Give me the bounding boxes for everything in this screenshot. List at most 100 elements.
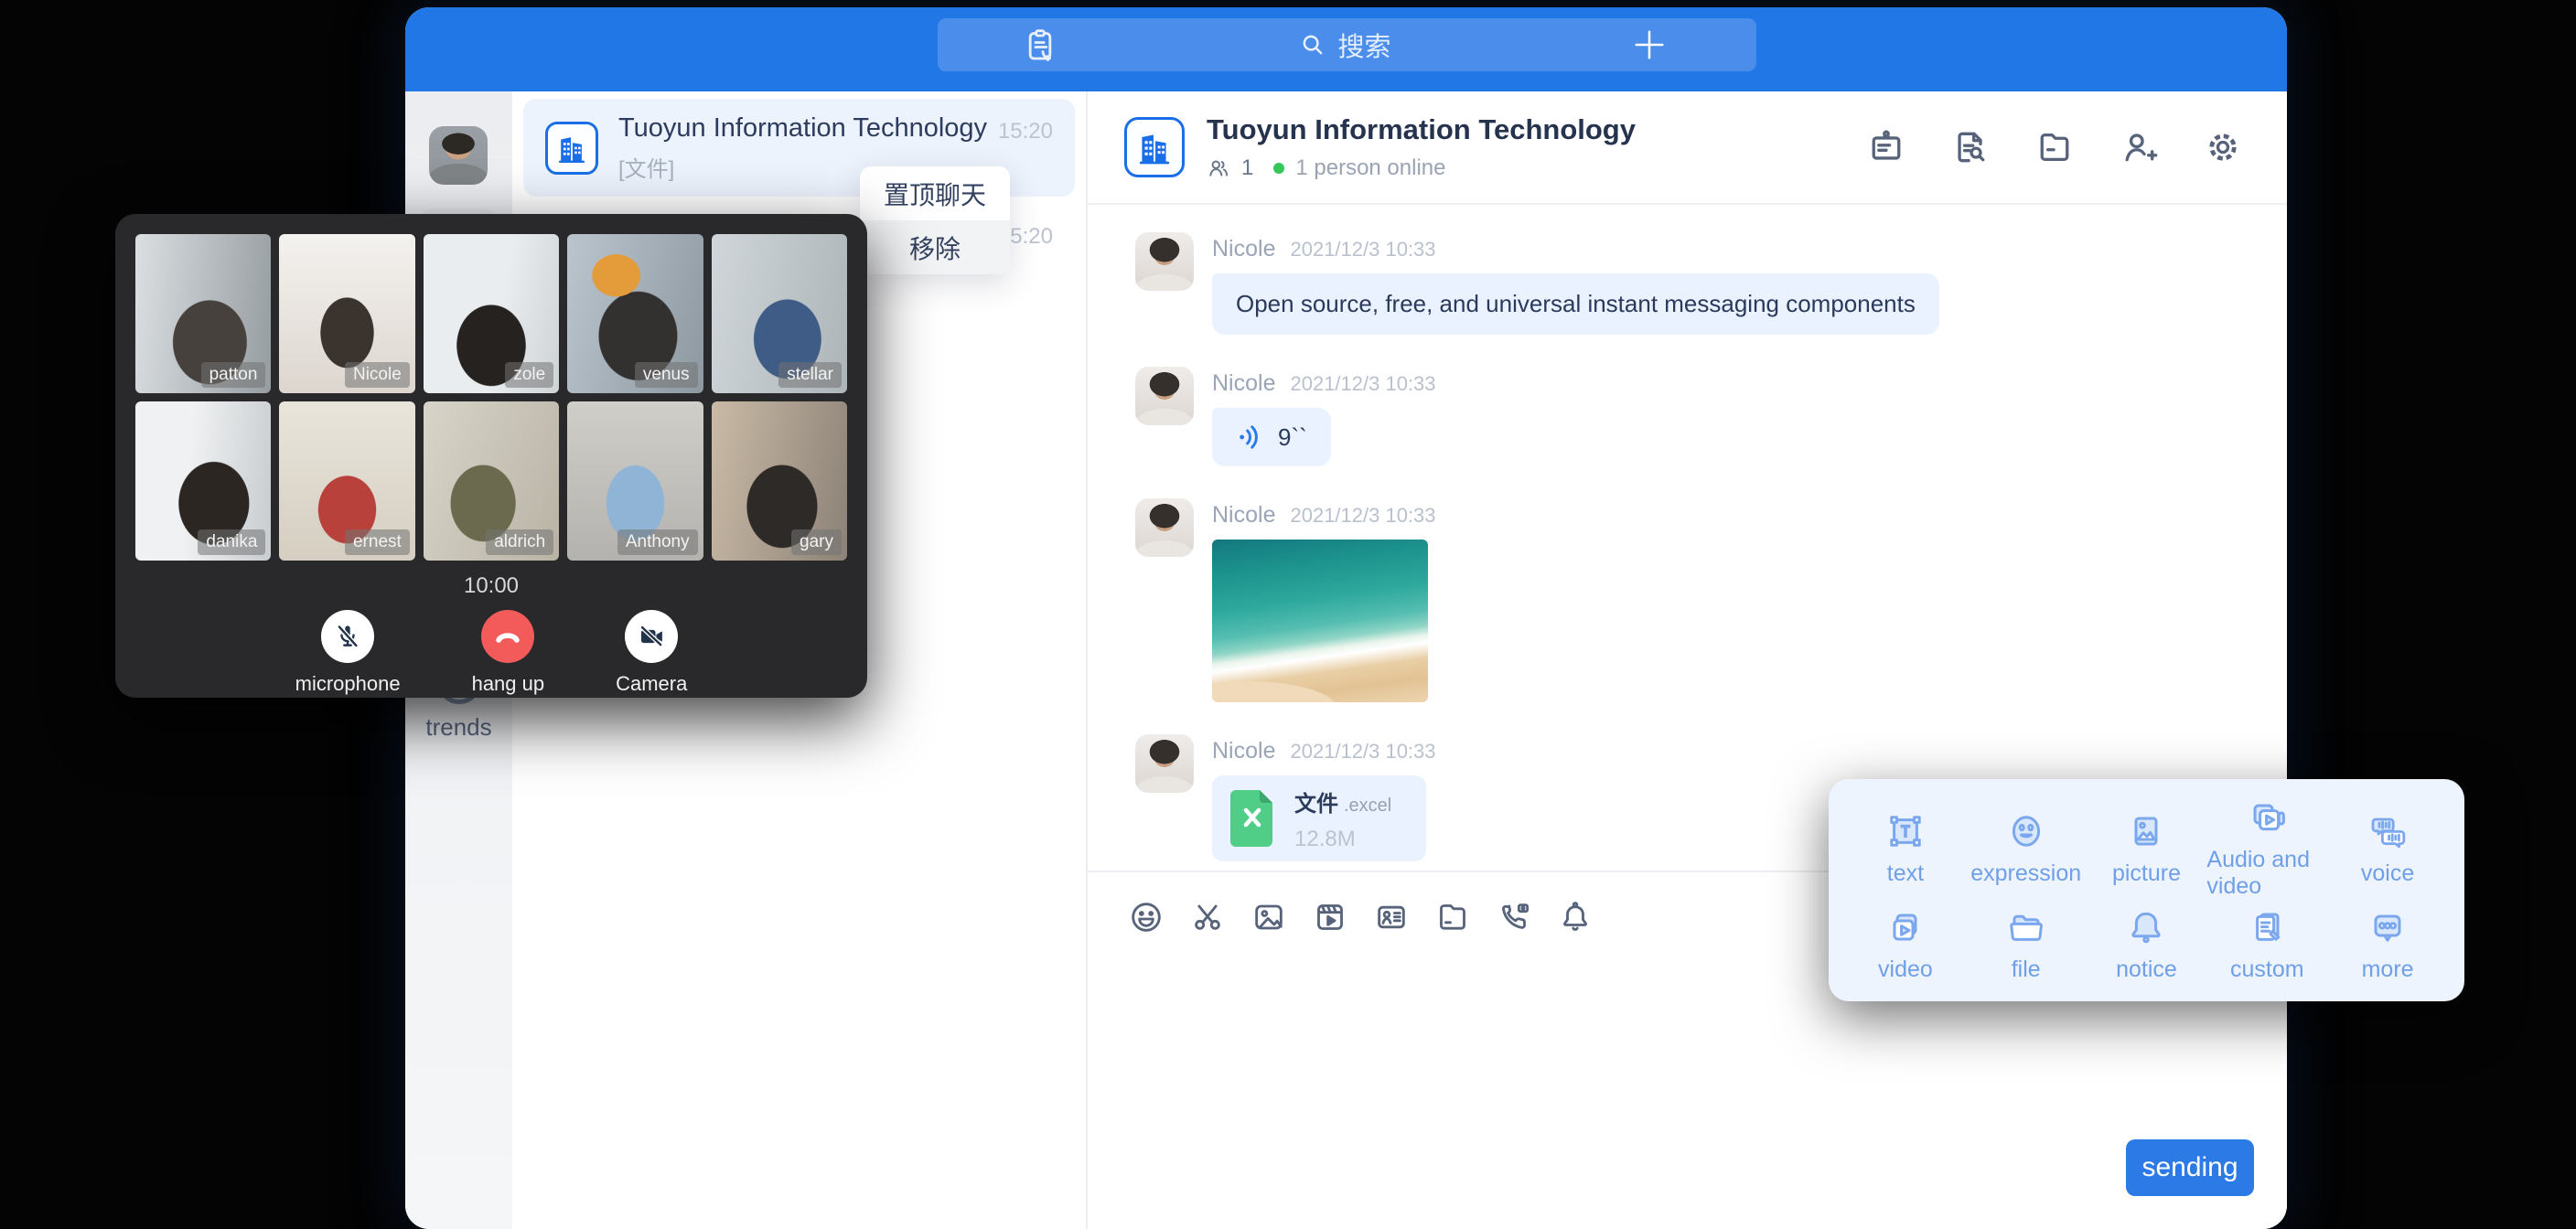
history-call-icon[interactable] bbox=[1022, 27, 1058, 63]
folder-icon[interactable] bbox=[1434, 899, 1471, 935]
contact-card-icon[interactable] bbox=[1373, 899, 1410, 935]
folder-icon[interactable] bbox=[2034, 127, 2075, 167]
message-time: 2021/12/3 10:33 bbox=[1290, 504, 1435, 528]
video-call-icon[interactable] bbox=[1496, 899, 1532, 935]
video-tile: venus bbox=[567, 234, 703, 393]
message-time: 2021/12/3 10:33 bbox=[1290, 238, 1435, 262]
search-placeholder: 搜索 bbox=[1337, 26, 1390, 64]
panel-item-notice[interactable]: notice bbox=[2087, 900, 2207, 989]
menu-item-pin-chat[interactable]: 置顶聊天 bbox=[860, 166, 1010, 220]
sender-name: Nicole bbox=[1212, 370, 1275, 397]
voice-bubble[interactable]: 9`` bbox=[1212, 408, 1331, 466]
panel-item-more[interactable]: more bbox=[2327, 900, 2448, 989]
plus-icon[interactable] bbox=[1632, 27, 1667, 62]
panel-item-label: custom bbox=[2230, 956, 2304, 983]
participant-name: zole bbox=[505, 362, 553, 388]
file-ext: .excel bbox=[1344, 796, 1391, 816]
panel-item-custom[interactable]: custom bbox=[2206, 900, 2327, 989]
message-text: Nicole 2021/12/3 10:33 Open source, free… bbox=[1135, 232, 2287, 335]
participant-name: danika bbox=[198, 529, 265, 555]
video-tile: Nicole bbox=[279, 234, 414, 393]
sender-avatar[interactable] bbox=[1135, 734, 1194, 793]
file-size: 12.8M bbox=[1294, 827, 1391, 852]
message-voice: Nicole 2021/12/3 10:33 9`` bbox=[1135, 367, 2287, 466]
search-placeholder-group: 搜索 bbox=[1299, 26, 1390, 64]
participant-name: Anthony bbox=[617, 529, 698, 555]
camera-toggle[interactable]: Camera bbox=[616, 610, 687, 696]
user-avatar[interactable] bbox=[429, 126, 488, 185]
participant-name: Nicole bbox=[345, 362, 410, 388]
chat-panel: Tuoyun Information Technology 1 1 person… bbox=[1088, 91, 2287, 1229]
settings-icon[interactable] bbox=[2203, 127, 2243, 167]
panel-item-label: more bbox=[2362, 956, 2414, 983]
sender-name: Nicole bbox=[1212, 738, 1275, 764]
mic-off-icon bbox=[332, 621, 363, 652]
sender-avatar[interactable] bbox=[1135, 232, 1194, 291]
top-bar: 搜索 bbox=[405, 7, 2287, 91]
panel-item-label: notice bbox=[2116, 956, 2177, 983]
panel-item-expression[interactable]: expression bbox=[1966, 796, 2087, 900]
video-tile: ernest bbox=[279, 401, 414, 561]
members-icon bbox=[1207, 156, 1230, 180]
file-folder-icon bbox=[2004, 905, 2048, 949]
chat-header: Tuoyun Information Technology 1 1 person… bbox=[1088, 91, 2287, 205]
camera-off-icon bbox=[636, 621, 667, 652]
call-video-grid: patton Nicole zole venus stellar danika … bbox=[115, 214, 867, 561]
excel-file-icon bbox=[1230, 790, 1278, 847]
call-timer: 10:00 bbox=[115, 573, 867, 599]
panel-item-video[interactable]: video bbox=[1845, 900, 1966, 989]
panel-item-label: text bbox=[1887, 860, 1924, 887]
online-dot bbox=[1273, 163, 1284, 174]
participant-name: gary bbox=[791, 529, 842, 555]
notice-bell-icon bbox=[2124, 905, 2168, 949]
image-icon[interactable] bbox=[1250, 899, 1287, 935]
panel-item-label: video bbox=[1878, 956, 1933, 983]
online-status: 1 person online bbox=[1295, 155, 1445, 181]
text-bubble: Open source, free, and universal instant… bbox=[1212, 273, 1939, 335]
file-name: 文件 bbox=[1294, 792, 1338, 817]
video-tile: danika bbox=[135, 401, 271, 561]
panel-item-label: expression bbox=[1970, 860, 2081, 887]
message-time: 2021/12/3 10:33 bbox=[1290, 372, 1435, 396]
screenshot-icon[interactable] bbox=[1189, 899, 1226, 935]
conversation-context-menu: 置顶聊天 移除 bbox=[860, 166, 1010, 274]
sender-avatar[interactable] bbox=[1135, 367, 1194, 425]
sender-name: Nicole bbox=[1212, 236, 1275, 262]
sender-name: Nicole bbox=[1212, 502, 1275, 529]
chat-history-search-icon[interactable] bbox=[1950, 127, 1991, 167]
voice-duration: 9`` bbox=[1278, 423, 1307, 452]
menu-item-remove[interactable]: 移除 bbox=[860, 220, 1010, 274]
conversation-time: 15:20 bbox=[998, 119, 1053, 144]
control-label: hang up bbox=[472, 672, 545, 696]
notification-icon[interactable] bbox=[1557, 899, 1594, 935]
file-bubble[interactable]: 文件 .excel 12.8M bbox=[1212, 775, 1426, 861]
add-member-icon[interactable] bbox=[2119, 127, 2159, 167]
message-list: Nicole 2021/12/3 10:33 Open source, free… bbox=[1088, 205, 2287, 871]
announcement-icon[interactable] bbox=[1866, 127, 1906, 167]
panel-item-label: file bbox=[2012, 956, 2041, 983]
hang-up-button[interactable]: hang up bbox=[472, 610, 545, 696]
beach-photo-message[interactable] bbox=[1212, 540, 1428, 702]
panel-item-picture[interactable]: picture bbox=[2087, 796, 2207, 900]
panel-item-file[interactable]: file bbox=[1966, 900, 2087, 989]
message-image: Nicole 2021/12/3 10:33 bbox=[1135, 498, 2287, 702]
voice-icon bbox=[2366, 809, 2410, 853]
panel-item-audio-video[interactable]: Audio and video bbox=[2206, 796, 2327, 900]
sender-avatar[interactable] bbox=[1135, 498, 1194, 557]
chat-title: Tuoyun Information Technology bbox=[1207, 113, 1866, 146]
search-input[interactable]: 搜索 bbox=[938, 18, 1756, 71]
group-call-window: patton Nicole zole venus stellar danika … bbox=[115, 214, 867, 698]
video-tile: zole bbox=[424, 234, 559, 393]
send-button[interactable]: sending bbox=[2126, 1139, 2254, 1196]
video-upload-icon bbox=[1884, 905, 1927, 949]
panel-item-text[interactable]: text bbox=[1845, 796, 1966, 900]
member-count: 1 bbox=[1241, 155, 1253, 181]
microphone-toggle[interactable]: microphone bbox=[295, 610, 401, 696]
video-icon[interactable] bbox=[1312, 899, 1348, 935]
video-tile: Anthony bbox=[567, 401, 703, 561]
page: 搜索 trends bbox=[0, 0, 2576, 1229]
emoji-icon[interactable] bbox=[1128, 899, 1165, 935]
participant-name: aldrich bbox=[486, 529, 553, 555]
panel-item-voice[interactable]: voice bbox=[2327, 796, 2448, 900]
video-tile: aldrich bbox=[424, 401, 559, 561]
